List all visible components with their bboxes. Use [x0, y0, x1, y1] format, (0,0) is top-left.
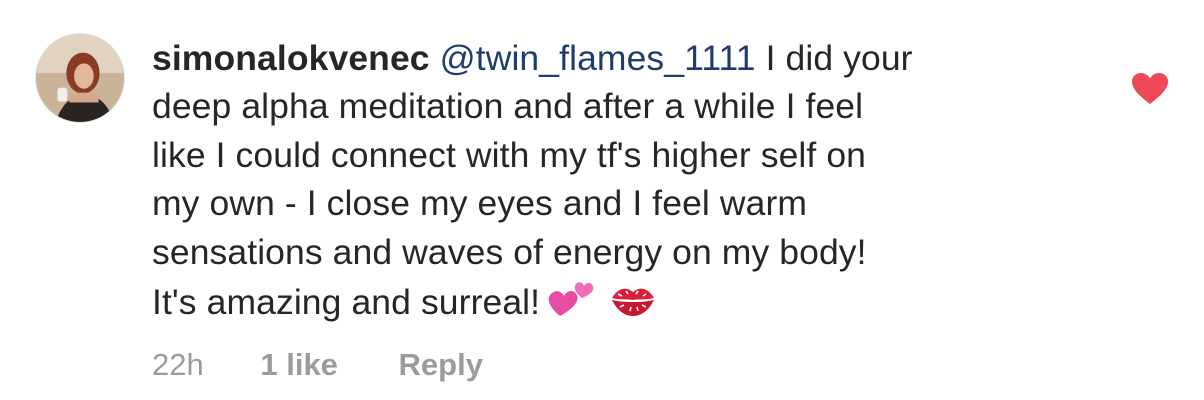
avatar-photo	[36, 34, 124, 122]
comment-line: It's amazing and surreal!	[152, 276, 1052, 332]
avatar[interactable]	[35, 33, 125, 123]
mention-link[interactable]: @twin_flames_1111	[440, 38, 756, 78]
username-link[interactable]: simonalokvenec	[152, 38, 430, 78]
comment-text: simonalokvenec @twin_flames_1111 I did y…	[152, 34, 1052, 332]
comment-meta: 22h 1 like Reply	[152, 347, 483, 387]
likes-count-button[interactable]: 1 like	[260, 347, 338, 383]
comment-line-text: It's amazing and surreal!	[152, 282, 541, 323]
comment-line-text: I did your	[765, 38, 913, 78]
reply-button[interactable]: Reply	[399, 347, 483, 383]
comment-line: simonalokvenec @twin_flames_1111 I did y…	[152, 34, 1052, 82]
kiss-mark-icon	[608, 280, 658, 332]
comment-line: sensations and waves of energy on my bod…	[152, 231, 867, 272]
comment-line: deep alpha meditation and after a while …	[152, 86, 864, 127]
like-heart-icon[interactable]	[1131, 72, 1169, 106]
comment-line: like I could connect with my tf's higher…	[152, 134, 867, 175]
comment-line: my own - I close my eyes and I feel warm	[152, 183, 808, 224]
comment-timestamp: 22h	[152, 347, 204, 382]
two-hearts-icon	[546, 276, 602, 332]
comment: simonalokvenec @twin_flames_1111 I did y…	[0, 0, 1204, 400]
